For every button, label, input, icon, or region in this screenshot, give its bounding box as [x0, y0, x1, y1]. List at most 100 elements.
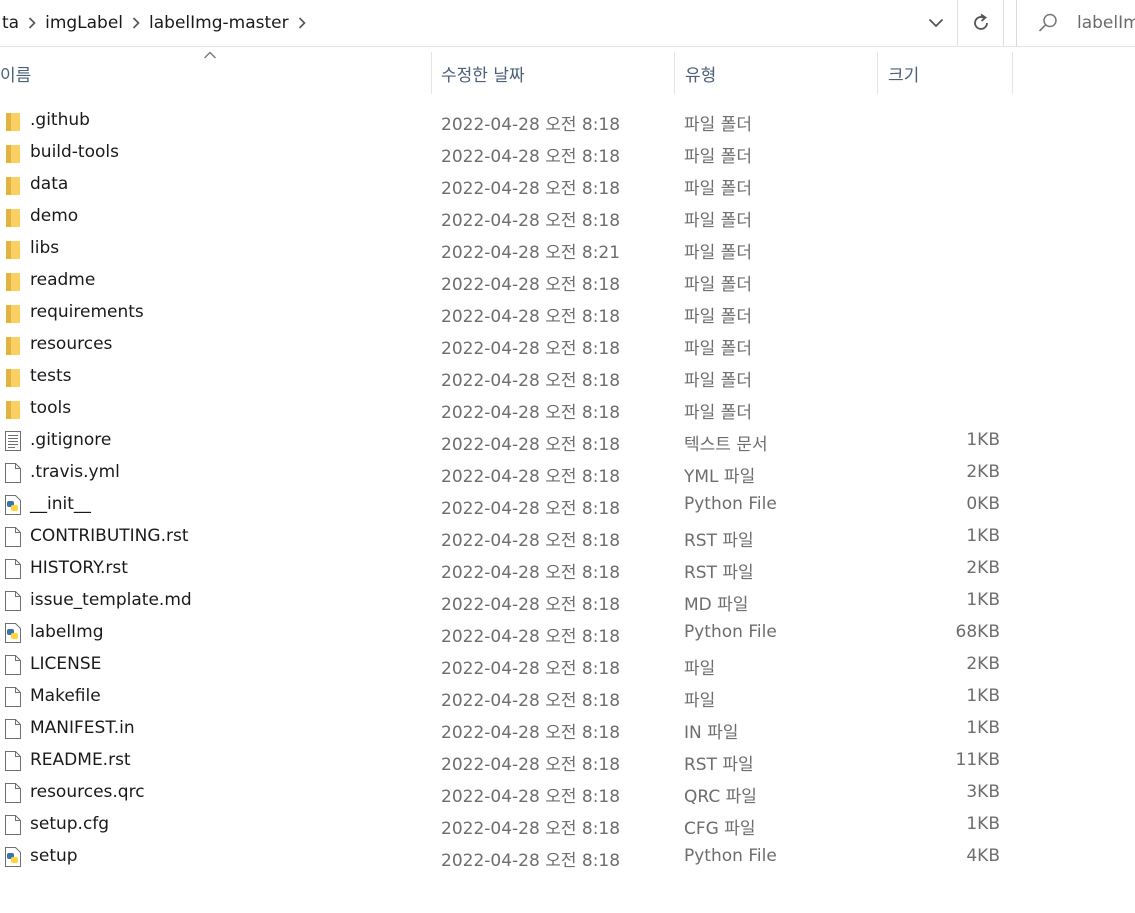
file-icon	[3, 462, 23, 484]
list-item[interactable]: resources.qrc 2022-04-28 오전 8:18 QRC 파일 …	[0, 777, 1020, 809]
list-item[interactable]: data 2022-04-28 오전 8:18 파일 폴더	[0, 169, 1020, 201]
list-item[interactable]: demo 2022-04-28 오전 8:18 파일 폴더	[0, 201, 1020, 233]
list-item[interactable]: LICENSE 2022-04-28 오전 8:18 파일 2KB	[0, 649, 1020, 681]
folder-icon	[3, 142, 23, 164]
file-size: 11KB	[955, 750, 1000, 770]
file-date: 2022-04-28 오전 8:18	[441, 787, 621, 807]
file-type: 파일 폴더	[684, 147, 752, 167]
file-date: 2022-04-28 오전 8:18	[441, 723, 621, 743]
search-box[interactable]: labelIm	[1016, 0, 1135, 46]
folder-icon	[3, 270, 23, 292]
list-item[interactable]: resources 2022-04-28 오전 8:18 파일 폴더	[0, 329, 1020, 361]
file-type: 파일 폴더	[684, 403, 752, 423]
file-type: RST 파일	[684, 755, 754, 775]
file-date: 2022-04-28 오전 8:18	[441, 115, 621, 135]
column-divider[interactable]	[1012, 52, 1013, 94]
file-name: resources	[30, 334, 113, 354]
file-name: .gitignore	[30, 430, 112, 450]
list-item[interactable]: build-tools 2022-04-28 오전 8:18 파일 폴더	[0, 137, 1020, 169]
file-size: 4KB	[966, 846, 1000, 866]
list-item[interactable]: libs 2022-04-28 오전 8:21 파일 폴더	[0, 233, 1020, 265]
file-date: 2022-04-28 오전 8:18	[441, 403, 621, 423]
chevron-down-icon	[928, 18, 944, 28]
file-date: 2022-04-28 오전 8:18	[441, 339, 621, 359]
breadcrumb-item-data[interactable]: ta	[0, 13, 21, 33]
list-item[interactable]: CONTRIBUTING.rst 2022-04-28 오전 8:18 RST …	[0, 521, 1020, 553]
folder-icon	[3, 334, 23, 356]
refresh-button[interactable]	[958, 0, 1003, 46]
file-icon	[3, 686, 23, 708]
file-date: 2022-04-28 오전 8:18	[441, 627, 621, 647]
list-item[interactable]: .gitignore 2022-04-28 오전 8:18 텍스트 문서 1KB	[0, 425, 1020, 457]
column-header-type[interactable]: 유형	[685, 46, 716, 100]
file-name: CONTRIBUTING.rst	[30, 526, 189, 546]
file-type: CFG 파일	[684, 819, 756, 839]
list-item[interactable]: issue_template.md 2022-04-28 오전 8:18 MD …	[0, 585, 1020, 617]
file-date: 2022-04-28 오전 8:18	[441, 851, 621, 871]
file-size: 1KB	[966, 814, 1000, 834]
column-divider[interactable]	[877, 52, 878, 94]
file-name: .github	[30, 110, 90, 130]
list-item[interactable]: labelImg 2022-04-28 오전 8:18 Python File …	[0, 617, 1020, 649]
breadcrumb: ta imgLabel labelImg-master	[0, 0, 313, 46]
chevron-right-icon[interactable]	[125, 0, 147, 46]
file-size: 68KB	[955, 622, 1000, 642]
file-date: 2022-04-28 오전 8:18	[441, 659, 621, 679]
list-item[interactable]: tests 2022-04-28 오전 8:18 파일 폴더	[0, 361, 1020, 393]
file-date: 2022-04-28 오전 8:18	[441, 211, 621, 231]
column-header-date[interactable]: 수정한 날짜	[441, 46, 525, 100]
list-item[interactable]: readme 2022-04-28 오전 8:18 파일 폴더	[0, 265, 1020, 297]
file-date: 2022-04-28 오전 8:18	[441, 499, 621, 519]
list-item[interactable]: README.rst 2022-04-28 오전 8:18 RST 파일 11K…	[0, 745, 1020, 777]
search-icon	[1038, 13, 1057, 32]
text-file-icon	[3, 430, 23, 452]
file-date: 2022-04-28 오전 8:18	[441, 307, 621, 327]
file-type: 파일 폴더	[684, 307, 752, 327]
breadcrumb-item-labelimg-master[interactable]: labelImg-master	[147, 13, 291, 33]
search-input[interactable]: labelIm	[1077, 13, 1135, 33]
column-divider[interactable]	[674, 52, 675, 94]
file-name: requirements	[30, 302, 144, 322]
file-name: readme	[30, 270, 96, 290]
file-icon	[3, 526, 23, 548]
file-type: MD 파일	[684, 595, 749, 615]
file-icon	[3, 654, 23, 676]
file-size: 1KB	[966, 718, 1000, 738]
file-size: 3KB	[966, 782, 1000, 802]
file-date: 2022-04-28 오전 8:18	[441, 531, 621, 551]
chevron-right-icon[interactable]	[291, 0, 313, 46]
list-item[interactable]: .travis.yml 2022-04-28 오전 8:18 YML 파일 2K…	[0, 457, 1020, 489]
file-type: RST 파일	[684, 531, 754, 551]
file-name: tests	[30, 366, 72, 386]
file-type: Python File	[684, 622, 777, 642]
file-date: 2022-04-28 오전 8:18	[441, 563, 621, 583]
list-item[interactable]: requirements 2022-04-28 오전 8:18 파일 폴더	[0, 297, 1020, 329]
list-item[interactable]: Makefile 2022-04-28 오전 8:18 파일 1KB	[0, 681, 1020, 713]
column-header-size[interactable]: 크기	[888, 46, 919, 100]
list-item[interactable]: __init__ 2022-04-28 오전 8:18 Python File …	[0, 489, 1020, 521]
list-item[interactable]: setup 2022-04-28 오전 8:18 Python File 4KB	[0, 841, 1020, 873]
folder-icon	[3, 110, 23, 132]
file-name: issue_template.md	[30, 590, 192, 610]
file-date: 2022-04-28 오전 8:21	[441, 243, 621, 263]
chevron-right-icon[interactable]	[21, 0, 43, 46]
refresh-icon	[973, 13, 988, 30]
file-date: 2022-04-28 오전 8:18	[441, 371, 621, 391]
list-item[interactable]: .github 2022-04-28 오전 8:18 파일 폴더	[0, 105, 1020, 137]
address-history-dropdown[interactable]	[916, 0, 956, 46]
column-header-name[interactable]: 이름	[0, 46, 31, 100]
file-icon	[3, 782, 23, 804]
breadcrumb-item-imglabel[interactable]: imgLabel	[43, 13, 125, 33]
file-name: MANIFEST.in	[30, 718, 135, 738]
list-item[interactable]: HISTORY.rst 2022-04-28 오전 8:18 RST 파일 2K…	[0, 553, 1020, 585]
file-size: 1KB	[966, 430, 1000, 450]
list-item[interactable]: MANIFEST.in 2022-04-28 오전 8:18 IN 파일 1KB	[0, 713, 1020, 745]
list-item[interactable]: tools 2022-04-28 오전 8:18 파일 폴더	[0, 393, 1020, 425]
list-item[interactable]: setup.cfg 2022-04-28 오전 8:18 CFG 파일 1KB	[0, 809, 1020, 841]
file-type: IN 파일	[684, 723, 739, 743]
file-icon	[3, 814, 23, 836]
column-divider[interactable]	[431, 52, 432, 94]
file-date: 2022-04-28 오전 8:18	[441, 179, 621, 199]
file-type: 파일 폴더	[684, 339, 752, 359]
file-size: 1KB	[966, 590, 1000, 610]
